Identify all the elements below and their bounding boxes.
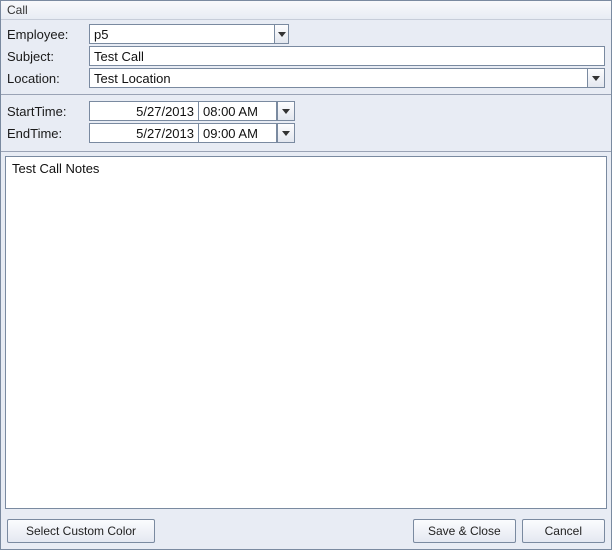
subject-label: Subject: [7,49,89,64]
location-dropdown-button[interactable] [587,68,605,88]
chevron-down-icon [278,32,286,37]
endtime-row: EndTime: [7,123,605,143]
employee-input[interactable] [89,24,274,44]
endtime-label: EndTime: [7,126,89,141]
chevron-down-icon [592,76,600,81]
save-close-button[interactable]: Save & Close [413,519,516,543]
notes-textarea[interactable] [5,156,607,509]
cancel-button[interactable]: Cancel [522,519,605,543]
window-title: Call [1,1,611,20]
startdate-input[interactable] [89,101,199,121]
subject-row: Subject: [7,46,605,66]
subject-input[interactable] [89,46,605,66]
starttime-dropdown-button[interactable] [277,101,295,121]
location-combo [89,68,605,88]
employee-dropdown-button[interactable] [274,24,289,44]
employee-label: Employee: [7,27,89,42]
location-row: Location: [7,68,605,88]
location-input[interactable] [89,68,587,88]
select-custom-color-button[interactable]: Select Custom Color [7,519,155,543]
starttime-row: StartTime: [7,101,605,121]
button-bar: Select Custom Color Save & Close Cancel [1,513,611,549]
chevron-down-icon [282,131,290,136]
starttime-input[interactable] [199,101,277,121]
endtime-dropdown-button[interactable] [277,123,295,143]
chevron-down-icon [282,109,290,114]
starttime-label: StartTime: [7,104,89,119]
employee-row: Employee: [7,24,605,44]
time-section: StartTime: EndTime: [1,95,611,152]
call-dialog: Call Employee: Subject: Location: [0,0,612,550]
form-section: Employee: Subject: Location: [1,20,611,95]
starttime-combo [199,101,295,121]
endtime-combo [199,123,295,143]
location-label: Location: [7,71,89,86]
enddate-input[interactable] [89,123,199,143]
notes-section [5,156,607,509]
employee-combo [89,24,289,44]
endtime-input[interactable] [199,123,277,143]
